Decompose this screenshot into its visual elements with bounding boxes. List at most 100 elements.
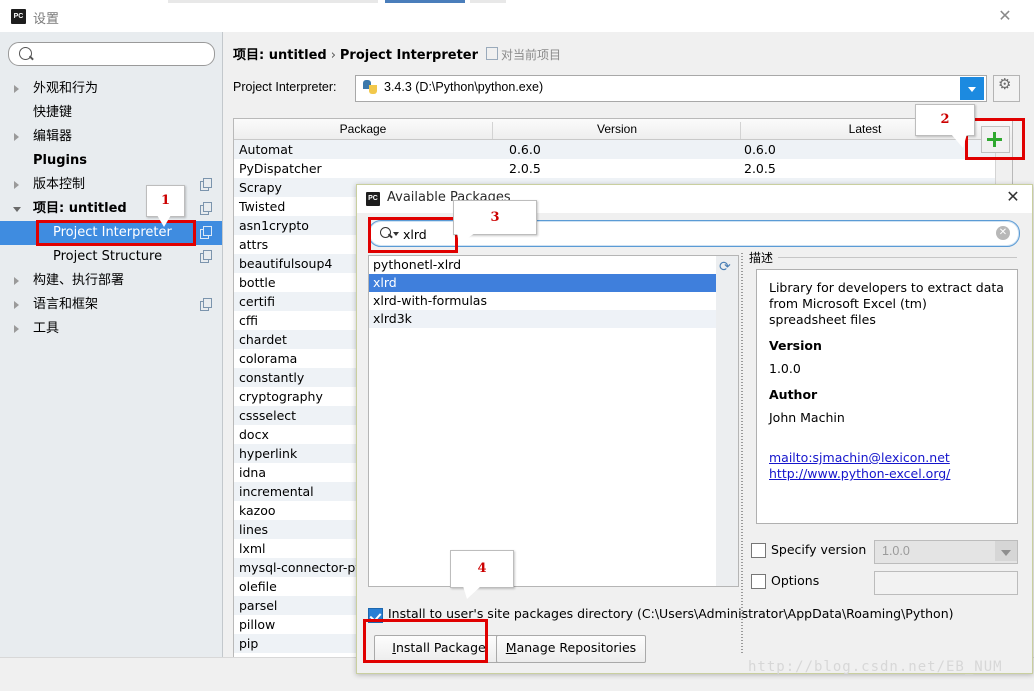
close-icon[interactable]: ✕: [994, 7, 1016, 27]
cell-package: beautifulsoup4: [239, 256, 333, 271]
dialog-title: Available Packages: [387, 190, 511, 205]
table-row[interactable]: Automat 0.6.0 0.6.0: [234, 140, 1012, 159]
refresh-icon[interactable]: ⟳: [719, 259, 734, 273]
chevron-right-icon[interactable]: [14, 325, 19, 333]
sidebar-item-0[interactable]: 外观和行为: [0, 77, 222, 101]
gear-icon[interactable]: [993, 75, 1020, 102]
sidebar-item-3[interactable]: Plugins: [0, 149, 222, 173]
description-version-value: 1.0.0: [769, 361, 801, 376]
cell-package: kazoo: [239, 503, 276, 518]
sidebar-item-label: 版本控制: [33, 177, 86, 192]
breadcrumb-project[interactable]: 项目: untitled: [233, 48, 327, 63]
clear-search-icon[interactable]: ✕: [996, 226, 1010, 240]
install-package-button[interactable]: Install Package: [374, 635, 504, 663]
list-item[interactable]: xlrd-with-formulas: [369, 292, 717, 310]
sidebar-item-label: Plugins: [33, 153, 87, 168]
breadcrumb: 项目: untitled › Project Interpreter 对当前项目: [233, 44, 561, 63]
settings-search-box[interactable]: [8, 42, 215, 66]
list-item[interactable]: pythonetl-xlrd: [369, 256, 717, 274]
list-item[interactable]: xlrd: [369, 274, 717, 292]
manage-repositories-label-underline: M: [505, 640, 517, 655]
sidebar-item-7[interactable]: Project Structure: [0, 245, 222, 269]
sidebar-item-8[interactable]: 构建、执行部署: [0, 269, 222, 293]
copy-icon[interactable]: [200, 178, 213, 191]
sidebar-item-label: 编辑器: [33, 129, 73, 144]
dialog-title-bar: PC Available Packages ✕: [357, 185, 1032, 213]
specify-version-row: Specify version 1.0.0: [751, 540, 1018, 564]
interpreter-row: Project Interpreter: 3.4.3 (D:\Python\py…: [233, 75, 1023, 102]
available-packages-list[interactable]: pythonetl-xlrd xlrd xlrd-with-formulas xlrd…: [368, 255, 718, 587]
description-mail-link[interactable]: mailto:sjmachin@lexicon.net: [769, 450, 1005, 466]
install-user-site-row[interactable]: Install to user's site packages director…: [368, 605, 1018, 625]
options-checkbox[interactable]: [751, 574, 766, 589]
sidebar-item-5[interactable]: 项目: untitled: [0, 197, 222, 221]
description-panel: Library for developers to extract data f…: [756, 269, 1018, 524]
sidebar-item-4[interactable]: 版本控制: [0, 173, 222, 197]
chevron-right-icon[interactable]: [14, 301, 19, 309]
cell-package: pillow: [239, 617, 276, 632]
list-side-toolbar: ⟳: [716, 255, 739, 587]
specify-version-checkbox[interactable]: [751, 543, 766, 558]
options-input[interactable]: [874, 571, 1018, 595]
column-header-latest[interactable]: Latest: [740, 122, 989, 139]
sidebar-item-9[interactable]: 语言和框架: [0, 293, 222, 317]
chevron-down-icon[interactable]: [995, 541, 1017, 561]
chevron-down-icon[interactable]: [13, 207, 21, 216]
sidebar-item-2[interactable]: 编辑器: [0, 125, 222, 149]
sidebar-item-10[interactable]: 工具: [0, 317, 222, 341]
sidebar-item-label: Project Interpreter: [53, 225, 172, 240]
cell-package: attrs: [239, 237, 269, 252]
cell-package: cssselect: [239, 408, 297, 423]
manage-repositories-button[interactable]: Manage Repositories: [496, 635, 646, 663]
chevron-down-icon[interactable]: [960, 77, 984, 100]
add-package-button[interactable]: [981, 126, 1010, 153]
cell-package: Automat: [239, 142, 293, 157]
cell-package: docx: [239, 427, 269, 442]
pycharm-icon: PC: [11, 9, 26, 24]
sidebar-item-label: 快捷键: [33, 105, 73, 120]
sidebar-item-1[interactable]: 快捷键: [0, 101, 222, 125]
tab-strip-c: [470, 0, 506, 3]
cell-package: mysql-connector-py: [239, 560, 363, 575]
breadcrumb-separator: ›: [330, 48, 336, 63]
cell-version: 2.0.5: [509, 161, 541, 176]
settings-tree: 外观和行为快捷键编辑器 Plugins 版本控制项目: untitled Projec…: [0, 77, 222, 341]
chevron-right-icon[interactable]: [14, 133, 19, 141]
copy-icon[interactable]: [200, 250, 213, 263]
column-header-package[interactable]: Package: [234, 122, 492, 136]
dialog-search-box[interactable]: ✕: [368, 220, 1020, 247]
dialog-divider: [741, 253, 743, 653]
chevron-right-icon[interactable]: [14, 85, 19, 93]
cell-package: olefile: [239, 579, 277, 594]
chevron-down-icon[interactable]: [393, 232, 399, 236]
search-icon: [19, 47, 32, 60]
column-header-version[interactable]: Version: [492, 122, 741, 139]
breadcrumb-scope-label: 对当前项目: [501, 48, 562, 62]
chevron-right-icon[interactable]: [14, 277, 19, 285]
cell-package: parsel: [239, 598, 278, 613]
copy-icon: [486, 47, 499, 60]
sidebar-item-label: 工具: [33, 321, 60, 336]
list-item-label: xlrd: [373, 275, 397, 290]
cell-package: Twisted: [239, 199, 286, 214]
interpreter-combo[interactable]: 3.4.3 (D:\Python\python.exe): [355, 75, 987, 102]
dialog-search-input[interactable]: [401, 224, 985, 244]
search-input[interactable]: [39, 45, 208, 64]
copy-icon[interactable]: [200, 226, 213, 239]
tab-strip-active: [385, 0, 465, 3]
cell-package: idna: [239, 465, 266, 480]
specify-version-combo[interactable]: 1.0.0: [874, 540, 1018, 564]
install-user-site-checkbox[interactable]: [368, 608, 383, 623]
description-home-link[interactable]: http://www.python-excel.org/: [769, 466, 1005, 482]
chevron-right-icon[interactable]: [14, 181, 19, 189]
cell-package: Scrapy: [239, 180, 282, 195]
dialog-close-icon[interactable]: ✕: [1002, 188, 1024, 208]
copy-icon[interactable]: [200, 202, 213, 215]
cell-package: incremental: [239, 484, 314, 499]
list-item[interactable]: xlrd3k: [369, 310, 717, 328]
table-row[interactable]: PyDispatcher 2.0.5 2.0.5: [234, 159, 1012, 178]
breadcrumb-scope: 对当前项目: [478, 47, 562, 62]
copy-icon[interactable]: [200, 298, 213, 311]
sidebar-item-6[interactable]: Project Interpreter: [0, 221, 222, 245]
cell-package: hyperlink: [239, 446, 298, 461]
